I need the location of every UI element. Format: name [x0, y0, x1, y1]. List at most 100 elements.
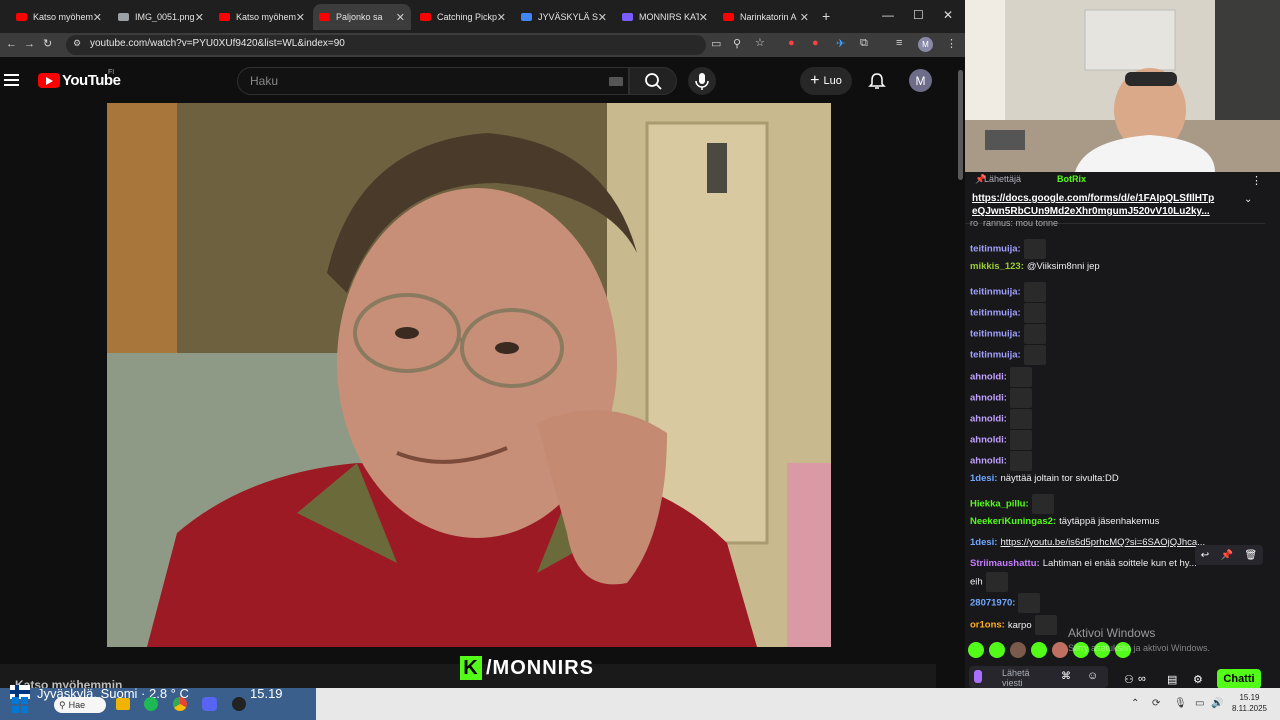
obs-icon[interactable]	[232, 697, 246, 711]
discord-icon[interactable]	[202, 697, 217, 711]
close-tab-icon[interactable]: ✕	[497, 11, 506, 24]
command-icon[interactable]: ⌘	[1061, 671, 1071, 682]
browser-tab[interactable]: JYVÄSKYLÄ SÖ✕	[515, 4, 613, 30]
pin-message-icon[interactable]: 📌	[1221, 550, 1233, 561]
emote-icon[interactable]	[968, 642, 984, 658]
expand-pinned-icon[interactable]: ⌄	[1244, 194, 1252, 205]
chat-settings-icon[interactable]: ⚙	[1193, 673, 1203, 686]
voice-search-button[interactable]	[688, 67, 716, 95]
chat-message: teitinmuija:	[970, 282, 1046, 302]
browser-tab[interactable]: Narinkatorin A ✕	[717, 4, 815, 30]
chat-text: @Viiksim8nni jep	[1026, 261, 1100, 272]
page-scrollbar-thumb[interactable]	[958, 70, 963, 180]
chat-username[interactable]: teitinmuija:	[970, 308, 1021, 319]
network-icon[interactable]: ▭	[1195, 698, 1204, 709]
extension-icon[interactable]: ●	[788, 37, 795, 49]
close-tab-icon[interactable]: ✕	[699, 11, 708, 24]
plus-icon: +	[810, 72, 820, 89]
browser-tab[interactable]: Katso myöhemmin✕	[10, 4, 108, 30]
chat-username[interactable]: teitinmuija:	[970, 350, 1021, 361]
send-chat-button[interactable]: Chatti	[1217, 669, 1261, 689]
browser-tab[interactable]: Katso myöhemmin✕	[213, 4, 311, 30]
chat-username[interactable]: or1ons:	[970, 620, 1005, 631]
reload-icon[interactable]: ↻	[43, 37, 52, 50]
extension-icon[interactable]: ✈	[836, 37, 845, 50]
file-explorer-icon[interactable]	[116, 698, 130, 710]
close-tab-icon[interactable]: ✕	[396, 11, 405, 24]
close-tab-icon[interactable]: ✕	[93, 11, 102, 24]
browser-tab[interactable]: IMG_0051.png ✕	[112, 4, 210, 30]
minimize-button[interactable]: —	[882, 8, 894, 22]
tray-mic-icon[interactable]: 🎙	[1174, 698, 1187, 709]
chat-username[interactable]: ahnoldi:	[970, 393, 1007, 404]
browser-menu-icon[interactable]: ⋮	[946, 37, 957, 50]
extension-icon[interactable]: ●	[812, 37, 819, 49]
chat-input[interactable]: Lähetä viesti ⌘ ☺	[969, 666, 1108, 688]
chat-username[interactable]: teitinmuija:	[970, 244, 1021, 255]
taskbar-clock[interactable]: 15.19 8.11.2025	[1232, 692, 1267, 714]
zoom-icon[interactable]: ⚲	[733, 37, 741, 50]
bookmark-star-icon[interactable]: ☆	[755, 36, 765, 49]
chat-username[interactable]: ahnoldi:	[970, 435, 1007, 446]
chrome-icon[interactable]	[173, 697, 187, 711]
create-button[interactable]: + Luo	[800, 67, 852, 95]
hamburger-menu-icon[interactable]	[4, 74, 19, 86]
infinity-icon[interactable]: ∞	[1138, 673, 1146, 685]
chat-username[interactable]: ahnoldi:	[970, 414, 1007, 425]
extensions-puzzle-icon[interactable]: ⧉	[860, 37, 868, 50]
search-input[interactable]: Haku	[237, 67, 629, 95]
profile-avatar[interactable]: M	[918, 37, 933, 52]
chat-username[interactable]: NeekeriKuningas2:	[970, 516, 1056, 527]
media-control-icon[interactable]: ≡	[896, 37, 902, 49]
chat-username[interactable]: Striimaushattu:	[970, 558, 1040, 569]
close-tab-icon[interactable]: ✕	[195, 11, 204, 24]
site-info-icon[interactable]: ⚙	[73, 38, 81, 49]
forward-icon[interactable]: →	[24, 38, 35, 50]
browser-tab[interactable]: Catching Pickp ✕	[414, 4, 512, 30]
close-tab-icon[interactable]: ✕	[598, 11, 607, 24]
taskbar-search[interactable]: ⚲ Hae	[54, 697, 106, 713]
back-icon[interactable]: ←	[6, 38, 17, 50]
chat-username[interactable]: Hiekka_pillu:	[970, 499, 1029, 510]
close-tab-icon[interactable]: ✕	[296, 11, 305, 24]
notifications-bell-icon[interactable]	[868, 72, 886, 90]
chat-username[interactable]: 1desi:	[970, 537, 997, 548]
community-icon[interactable]: ⚇	[1124, 673, 1134, 686]
emote-icon[interactable]	[1052, 642, 1068, 658]
store-icon[interactable]: ▤	[1167, 673, 1177, 686]
youtube-logo-icon[interactable]	[38, 73, 60, 88]
chat-username[interactable]: 1desi:	[970, 473, 997, 484]
youtube-account-avatar[interactable]: M	[909, 69, 932, 92]
install-icon[interactable]: ▭	[711, 37, 721, 50]
tray-chevron-icon[interactable]: ⌃	[1131, 698, 1139, 709]
chat-username[interactable]: ahnoldi:	[970, 456, 1007, 467]
spotify-icon[interactable]	[144, 697, 158, 711]
delete-icon[interactable]: 🗑	[1245, 550, 1258, 561]
tray-app-icon[interactable]: ⟳	[1152, 698, 1160, 709]
reply-icon[interactable]: ↩	[1201, 550, 1209, 561]
chat-username[interactable]: 28071970:	[970, 598, 1015, 609]
close-window-button[interactable]: ✕	[943, 8, 953, 22]
browser-tab[interactable]: Paljonko sa ✕	[313, 4, 411, 30]
new-tab-button[interactable]: +	[822, 8, 830, 24]
keyboard-icon[interactable]	[609, 77, 623, 86]
search-button[interactable]	[629, 67, 677, 95]
emote-icon[interactable]	[1010, 642, 1026, 658]
close-tab-icon[interactable]: ✕	[800, 11, 809, 24]
volume-icon[interactable]: 🔊	[1211, 698, 1223, 709]
chat-text[interactable]: https://youtu.be/is6d5prhcMQ?si=6SAOjQJh…	[1000, 537, 1205, 548]
browser-tab[interactable]: MONNIRS KAT ✕	[616, 4, 714, 30]
emote-icon[interactable]	[989, 642, 1005, 658]
chat-username[interactable]: teitinmuija:	[970, 329, 1021, 340]
maximize-button[interactable]: ☐	[913, 8, 924, 22]
pinned-menu-icon[interactable]: ⋮	[1251, 174, 1262, 187]
emoji-icon[interactable]: ☺	[1087, 670, 1098, 682]
windows-start-icon[interactable]	[12, 697, 28, 713]
chat-username[interactable]: teitinmuija:	[970, 287, 1021, 298]
chat-username[interactable]: ahnoldi:	[970, 372, 1007, 383]
chat-username[interactable]: mikkis_123:	[970, 261, 1024, 272]
pinned-link[interactable]: https://docs.google.com/forms/d/e/1FAIpQ…	[972, 192, 1240, 218]
video-player[interactable]	[107, 103, 831, 647]
emote-icon[interactable]	[1031, 642, 1047, 658]
chat-emote-icon	[1023, 324, 1046, 344]
